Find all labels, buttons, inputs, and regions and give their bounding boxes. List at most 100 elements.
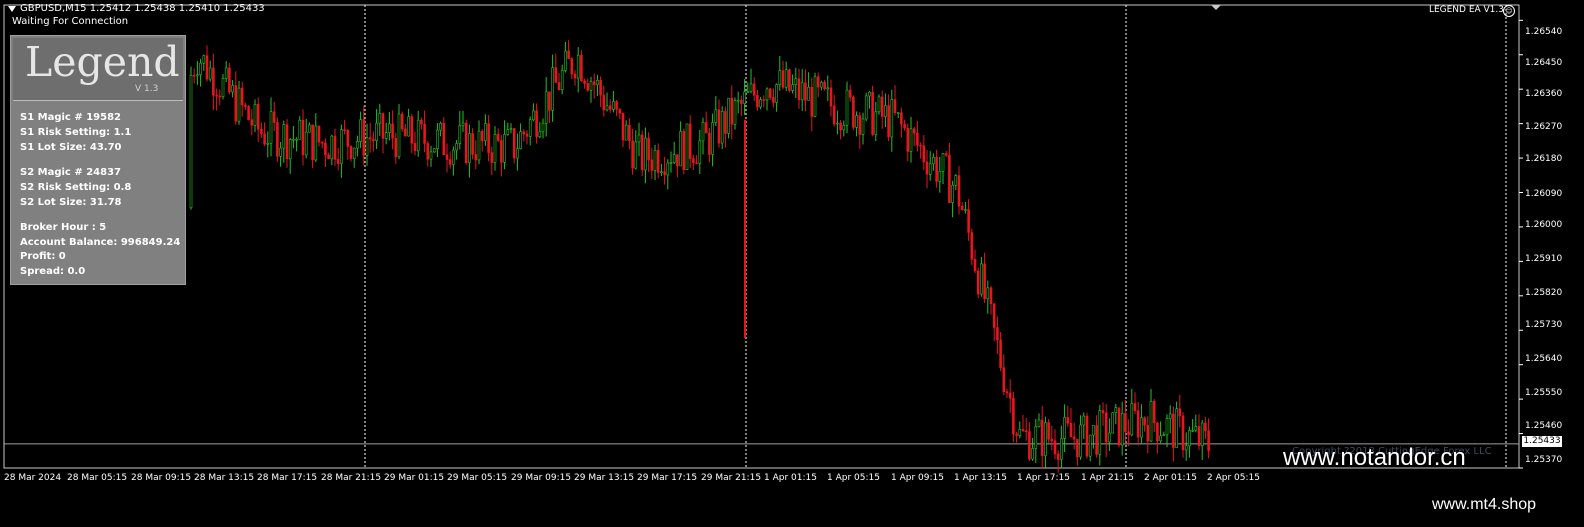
bear-candle <box>1066 417 1070 424</box>
bear-candle <box>500 140 503 163</box>
bull-candle <box>980 263 983 295</box>
bull-candle <box>644 137 647 171</box>
bear-candle <box>999 339 1002 368</box>
bull-candle <box>436 129 439 149</box>
bear-candle <box>535 110 538 137</box>
bear-candle <box>192 74 196 77</box>
ea-info-panel: Legend V 1.3 S1 Magic # 19582 S1 Risk Se… <box>10 35 186 285</box>
bear-candle <box>320 141 324 144</box>
time-tick-label: 28 Mar 2024 <box>4 473 62 483</box>
bear-candle <box>772 97 775 103</box>
bear-candle <box>983 263 986 300</box>
bull-candle <box>1031 448 1034 460</box>
chart-window[interactable]: GBPUSD,M15 1.25412 1.25438 1.25410 1.254… <box>0 0 1584 490</box>
bull-candle <box>516 148 519 159</box>
bear-candle <box>490 152 494 163</box>
panel-line: Spread: 0.0 <box>20 266 86 277</box>
time-tick-label: 1 Apr 13:15 <box>954 473 1007 483</box>
bull-candle <box>800 82 804 101</box>
bear-candle <box>1076 438 1079 458</box>
time-tick-label: 2 Apr 05:15 <box>1207 473 1260 483</box>
bear-candle <box>871 91 874 135</box>
bear-candle <box>234 85 238 122</box>
bull-candle <box>791 84 794 91</box>
bear-candle <box>989 287 993 305</box>
bear-candle <box>586 83 590 91</box>
bull-candle <box>701 122 705 142</box>
bull-candle <box>1159 435 1162 442</box>
bull-candle <box>842 124 846 131</box>
bull-candle <box>749 83 753 92</box>
bull-candle <box>560 70 564 91</box>
bear-candle <box>1156 422 1159 442</box>
bull-candle <box>634 141 638 169</box>
bull-candle <box>698 140 702 164</box>
price-chart[interactable] <box>0 0 1584 490</box>
bear-candle <box>916 132 919 146</box>
smiley-icon[interactable]: ☺ <box>1503 5 1515 17</box>
bear-candle <box>445 154 449 160</box>
bear-candle <box>944 153 948 156</box>
bull-candle <box>624 124 628 141</box>
bear-candle <box>276 122 279 157</box>
time-tick-label: 28 Mar 05:15 <box>67 473 128 483</box>
bear-candle <box>228 67 231 93</box>
bear-candle <box>752 83 756 96</box>
bull-candle <box>282 124 286 149</box>
bull-candle <box>439 122 442 131</box>
bull-candle <box>308 124 311 133</box>
bull-candle <box>458 125 462 144</box>
bear-candle <box>250 119 254 126</box>
bear-candle <box>858 115 862 135</box>
bull-candle <box>736 99 740 102</box>
bear-candle <box>960 205 964 211</box>
bull-candle <box>855 115 858 128</box>
bear-candle <box>381 113 385 139</box>
bull-candle <box>1082 415 1086 426</box>
bear-candle <box>615 101 618 110</box>
bull-candle <box>538 131 542 137</box>
bull-candle <box>304 131 308 156</box>
bear-candle <box>1021 429 1025 432</box>
bull-candle <box>765 88 769 101</box>
bull-candle <box>864 95 868 120</box>
bull-candle <box>775 84 778 103</box>
bull-candle <box>1140 417 1143 438</box>
bear-candle <box>663 171 666 176</box>
bull-candle <box>202 55 206 64</box>
bull-candle <box>986 287 990 300</box>
price-tick-label: 1.25910 <box>1525 254 1563 264</box>
dropdown-triangle-icon[interactable] <box>8 5 16 12</box>
bear-candle <box>1104 412 1108 443</box>
bull-candle <box>365 137 369 156</box>
bear-candle <box>413 142 417 152</box>
bull-candle <box>612 101 615 110</box>
bear-candle <box>804 82 807 101</box>
bear-candle <box>1012 397 1015 435</box>
bear-candle <box>631 140 634 169</box>
bear-candle <box>336 159 340 164</box>
panel-line: S1 Magic # 19582 <box>20 112 121 123</box>
plot-border <box>3 4 1520 469</box>
bear-candle <box>810 86 814 117</box>
price-tick-label: 1.26540 <box>1525 27 1563 37</box>
bear-candle <box>692 158 695 164</box>
bear-candle <box>992 303 996 328</box>
bull-candle <box>932 156 935 165</box>
bear-candle <box>906 127 910 152</box>
bull-candle <box>666 162 670 176</box>
time-tick-label: 29 Mar 09:15 <box>511 473 572 483</box>
bear-candle <box>695 162 698 165</box>
bear-candle <box>343 129 346 131</box>
connection-status: Waiting For Connection <box>12 16 129 27</box>
panel-line: S1 Risk Setting: 1.1 <box>20 127 132 138</box>
bull-candle <box>1079 424 1082 458</box>
bear-candle <box>708 132 711 155</box>
bull-candle <box>1037 419 1041 427</box>
bull-candle <box>720 111 724 144</box>
symbol-info: GBPUSD,M15 1.25412 1.25438 1.25410 1.254… <box>8 3 265 14</box>
bull-candle <box>461 122 465 126</box>
time-tick-label: 29 Mar 17:15 <box>637 473 698 483</box>
bear-candle <box>618 108 622 114</box>
bull-candle <box>541 122 545 133</box>
